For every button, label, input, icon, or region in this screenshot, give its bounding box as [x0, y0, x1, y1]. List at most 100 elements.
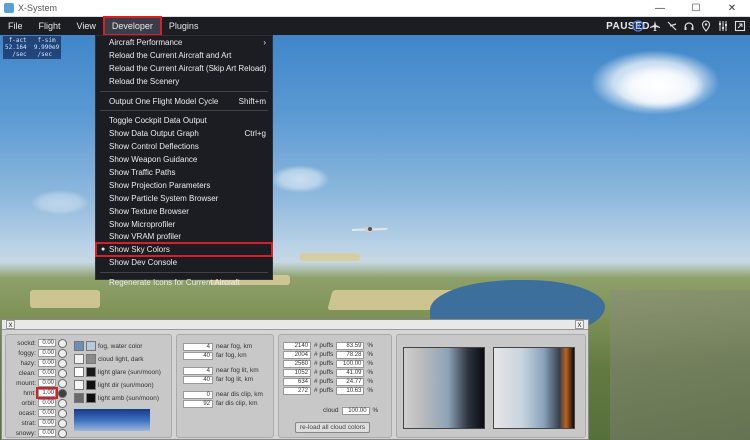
- color-swatch[interactable]: [74, 380, 84, 390]
- developer-menu: Aircraft Performance › Reload the Current…: [95, 35, 273, 287]
- puff-count[interactable]: 1052: [283, 368, 311, 377]
- menu-item-label: Reload the Current Aircraft (Skip Art Re…: [109, 63, 267, 73]
- slider-knob[interactable]: [58, 408, 67, 418]
- minimize-button[interactable]: —: [642, 0, 678, 17]
- puff-percent[interactable]: 41.09: [336, 368, 365, 377]
- color-swatch[interactable]: [86, 393, 96, 403]
- close-button[interactable]: ✕: [714, 0, 750, 17]
- puff-percent[interactable]: 24.77: [336, 377, 365, 386]
- menu-plugins[interactable]: Plugins: [161, 17, 207, 35]
- slider-value[interactable]: 0.00: [38, 409, 56, 417]
- menu-item-output-fm-cycle[interactable]: Output One Flight Model Cycle Shift+m: [96, 95, 272, 108]
- menu-item-projection-parameters[interactable]: Show Projection Parameters: [96, 179, 272, 192]
- puff-percent[interactable]: 83.59: [336, 341, 365, 350]
- slider-knob[interactable]: [58, 418, 67, 428]
- slider-value[interactable]: 0.00: [38, 379, 56, 387]
- slider-knob[interactable]: [58, 338, 67, 348]
- slider-row-hmt: hmt: 1.00: [6, 387, 67, 399]
- menu-flight[interactable]: Flight: [31, 17, 69, 35]
- menu-item-sky-colors[interactable]: ● Show Sky Colors: [95, 242, 273, 258]
- slider-value[interactable]: 0.00: [38, 349, 56, 357]
- slider-value[interactable]: 1.00: [36, 387, 58, 399]
- menu-item-regenerate-icons[interactable]: Regenerate Icons for Current Aircraft: [96, 276, 272, 289]
- cloud-value[interactable]: 100.00: [341, 406, 370, 415]
- reload-cloud-colors-button[interactable]: re-load all cloud colors: [295, 422, 371, 433]
- color-swatch[interactable]: [74, 393, 84, 403]
- fog-value[interactable]: 4: [183, 342, 213, 351]
- menu-item-texture-browser[interactable]: Show Texture Browser: [96, 205, 272, 218]
- map-pin-icon[interactable]: [700, 20, 712, 32]
- fog-value[interactable]: 40: [183, 351, 213, 360]
- puff-percent[interactable]: 78.28: [336, 350, 365, 359]
- color-swatch[interactable]: [86, 380, 96, 390]
- window-expand-icon[interactable]: [734, 20, 746, 32]
- menu-item-reload-scenery[interactable]: Reload the Scenery: [96, 75, 272, 88]
- menu-item-dev-console[interactable]: Show Dev Console: [96, 256, 272, 269]
- slider-value[interactable]: 0.00: [38, 369, 56, 377]
- replay-icon[interactable]: [632, 20, 644, 32]
- puff-count[interactable]: 2560: [283, 359, 311, 368]
- fog-value[interactable]: 0: [183, 390, 213, 399]
- swatch-row-light-dir: light dir (sun/moon): [74, 379, 154, 391]
- color-swatch[interactable]: [74, 367, 84, 377]
- puff-count[interactable]: 634: [283, 377, 311, 386]
- slider-knob[interactable]: [58, 378, 67, 388]
- slider-knob[interactable]: [58, 358, 67, 368]
- menu-item-toggle-cockpit-data[interactable]: Toggle Cockpit Data Output: [96, 114, 272, 127]
- color-swatch[interactable]: [86, 354, 96, 364]
- maximize-button[interactable]: ☐: [678, 0, 714, 17]
- puff-count[interactable]: 272: [283, 386, 311, 395]
- swatch-row-fog-water: fog, water color: [74, 340, 142, 352]
- menu-item-aircraft-performance[interactable]: Aircraft Performance ›: [96, 36, 272, 49]
- sky-gradient-preview: [74, 409, 150, 431]
- panel-close-left-icon[interactable]: x: [6, 320, 15, 329]
- slider-knob[interactable]: [58, 368, 67, 378]
- puff-count[interactable]: 2140: [283, 341, 311, 350]
- menu-item-microprofiler[interactable]: Show Microprofiler: [96, 218, 272, 231]
- color-swatch[interactable]: [74, 341, 84, 351]
- slider-value[interactable]: 0.00: [38, 399, 56, 407]
- slider-value[interactable]: 0.00: [38, 419, 56, 427]
- puff-percent[interactable]: 100.00: [336, 359, 365, 368]
- menu-item-vram-profiler[interactable]: Show VRAM profiler: [96, 230, 272, 243]
- slider-knob[interactable]: [58, 428, 67, 438]
- slider-value[interactable]: 0.00: [38, 339, 56, 347]
- menu-view[interactable]: View: [69, 17, 104, 35]
- fog-value[interactable]: 92: [183, 399, 213, 408]
- menu-item-reload-aircraft-skip-art[interactable]: Reload the Current Aircraft (Skip Art Re…: [96, 62, 272, 75]
- menu-item-weapon-guidance[interactable]: Show Weapon Guidance: [96, 153, 272, 166]
- aircraft-icon[interactable]: [649, 20, 661, 32]
- cloud-puffs-group: 2140 # puffs 83.59% 2004 # puffs 78.28% 2560…: [278, 334, 392, 438]
- menu-developer[interactable]: Developer: [102, 16, 162, 36]
- color-swatch[interactable]: [86, 341, 96, 351]
- panel-close-right-icon[interactable]: x: [575, 320, 584, 329]
- slider-value[interactable]: 0.00: [38, 429, 56, 437]
- slider-knob[interactable]: [58, 398, 67, 408]
- slider-knob[interactable]: [58, 348, 67, 358]
- puff-percent[interactable]: 10.63: [336, 386, 365, 395]
- fog-value[interactable]: 40: [183, 375, 213, 384]
- fog-value[interactable]: 4: [183, 366, 213, 375]
- frame-rate-counter: f-act f-sim 52.164 9.990e9 /sec /sec: [3, 36, 62, 59]
- slider-value[interactable]: 0.00: [38, 359, 56, 367]
- sky-preview-left: [403, 347, 485, 429]
- slider-knob[interactable]: [58, 388, 67, 398]
- menu-item-data-output-graph[interactable]: Show Data Output Graph Ctrl+g: [96, 127, 272, 140]
- slider-label: foggy:: [18, 349, 36, 357]
- menu-item-label: Show Texture Browser: [109, 206, 189, 216]
- window-titlebar: X-System — ☐ ✕: [0, 0, 750, 17]
- color-swatch[interactable]: [74, 354, 84, 364]
- no-flight-icon[interactable]: [666, 20, 678, 32]
- slider-row-ocast: ocast: 0.00: [6, 408, 67, 418]
- menu-item-reload-aircraft-art[interactable]: Reload the Current Aircraft and Art: [96, 49, 272, 62]
- puff-count[interactable]: 2004: [283, 350, 311, 359]
- color-swatch[interactable]: [86, 367, 96, 377]
- menu-item-traffic-paths[interactable]: Show Traffic Paths: [96, 166, 272, 179]
- settings-sliders-icon[interactable]: [717, 20, 729, 32]
- headset-icon[interactable]: [683, 20, 695, 32]
- fog-row: 40 far fog, km: [183, 351, 247, 360]
- puff-label: # puffs: [314, 369, 334, 376]
- menu-item-control-deflections[interactable]: Show Control Deflections: [96, 140, 272, 153]
- menu-file[interactable]: File: [0, 17, 31, 35]
- menu-item-particle-browser[interactable]: Show Particle System Browser: [96, 192, 272, 205]
